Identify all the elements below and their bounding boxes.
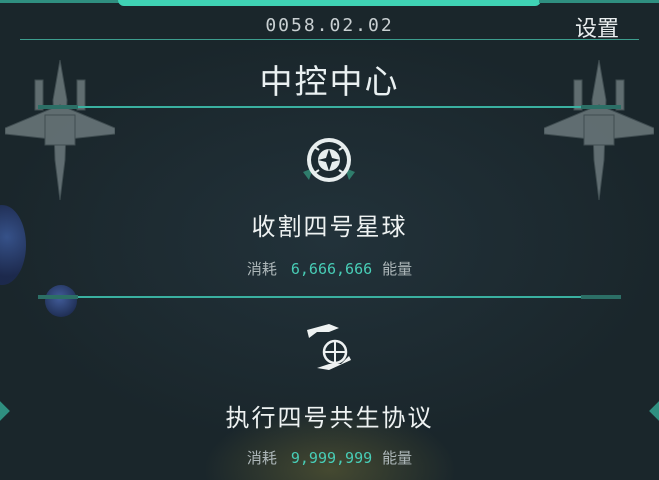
cost-label: 消耗 <box>246 260 277 278</box>
cost-unit: 能量 <box>382 449 413 467</box>
title-divider <box>38 105 621 109</box>
cost-value: 9,999,999 <box>290 449 373 467</box>
cost-unit: 能量 <box>382 260 413 278</box>
harvest-planet-icon[interactable] <box>299 130 359 190</box>
page-title: 中控中心 <box>259 62 400 101</box>
cost-value: 6,666,666 <box>290 260 373 278</box>
game-date: 0058.02.02 <box>265 15 394 36</box>
top-bar-strip <box>118 0 541 6</box>
cost-row: 消耗 9,999,999 能量 <box>0 447 659 468</box>
action-title[interactable]: 执行四号共生协议 <box>0 398 659 433</box>
action-title[interactable]: 收割四号星球 <box>0 207 659 242</box>
section-divider <box>38 295 621 299</box>
cost-label: 消耗 <box>246 449 277 467</box>
top-bar-wing-left <box>0 0 120 3</box>
top-bar-wing-right <box>539 0 659 3</box>
top-bar <box>0 0 659 10</box>
planet-decoration-small <box>45 285 77 317</box>
header-line <box>20 39 639 40</box>
cost-row: 消耗 6,666,666 能量 <box>0 258 659 279</box>
symbiosis-protocol-icon[interactable] <box>299 318 359 378</box>
